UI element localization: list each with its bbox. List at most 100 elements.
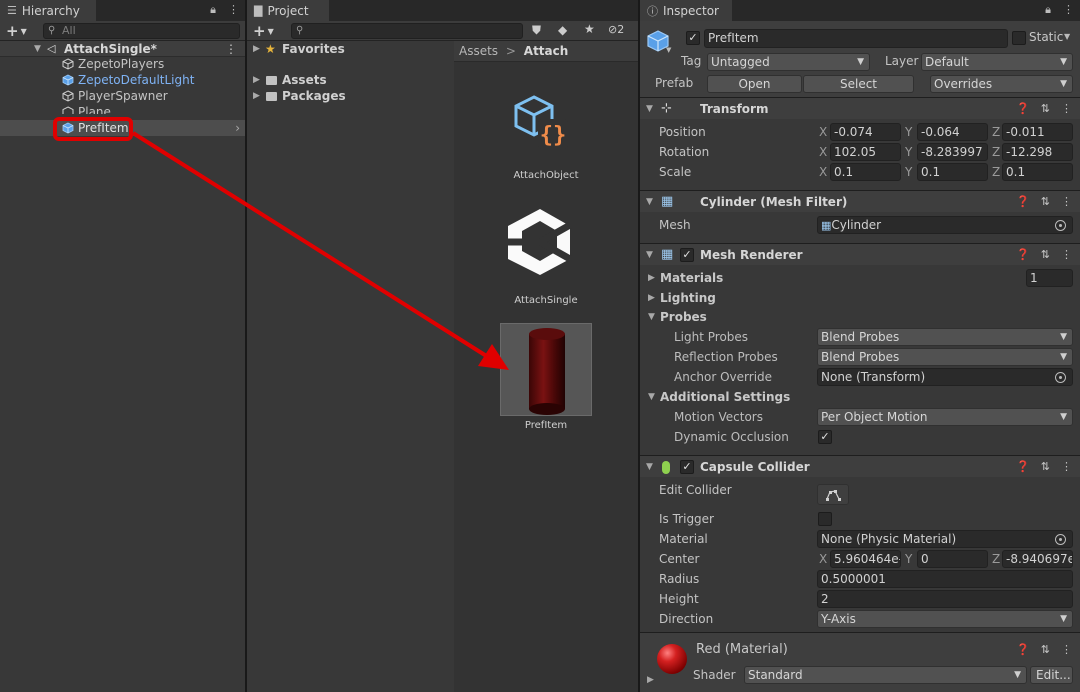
object-picker-icon[interactable] — [1055, 372, 1066, 383]
more-icon[interactable]: ⋮ — [1061, 98, 1072, 120]
breadcrumb-root[interactable]: Assets — [459, 44, 498, 58]
active-checkbox[interactable]: ✓ — [686, 31, 700, 45]
hidden-eye-icon[interactable]: ⊘2 — [608, 23, 624, 36]
chevron-right-icon[interactable]: › — [235, 120, 240, 136]
more-icon[interactable]: ⋮ — [1061, 456, 1072, 478]
tab-hierarchy[interactable]: ☰ Hierarchy — [0, 0, 96, 21]
scene-row[interactable]: ▼ ◁ AttachSingle* ⋮ — [0, 41, 245, 57]
chevron-down-icon[interactable]: ▼ — [646, 191, 653, 213]
edit-collider-button[interactable] — [817, 484, 849, 505]
rotation-x-field[interactable]: 102.05 — [830, 143, 901, 161]
favorites-row[interactable]: ▶ ★ Favorites — [247, 41, 453, 57]
object-picker-icon[interactable] — [1055, 220, 1066, 231]
tag-dropdown[interactable]: Untagged ▼ — [707, 53, 870, 71]
help-icon[interactable]: ❓ — [1016, 244, 1030, 266]
materials-row[interactable]: ▶ Materials 1 — [640, 268, 1080, 288]
probes-row[interactable]: ▼ Probes — [640, 307, 1080, 327]
mesh-renderer-header[interactable]: ▼ ▦ ✓ Mesh Renderer ❓ ⇅ ⋮ — [640, 243, 1080, 265]
static-dropdown-icon[interactable]: ▼ — [1064, 32, 1070, 41]
direction-dropdown[interactable]: Y-Axis ▼ — [817, 610, 1073, 628]
create-button[interactable]: + ▼ — [253, 22, 274, 40]
more-icon[interactable]: ⋮ — [1061, 244, 1072, 266]
shader-edit-button[interactable]: Edit... — [1030, 666, 1073, 684]
lock-icon[interactable]: 🔒︎ — [210, 3, 216, 17]
packages-row[interactable]: ▶ Packages — [247, 88, 453, 104]
reflection-probes-dropdown[interactable]: Blend Probes ▼ — [817, 348, 1073, 366]
dynamic-occlusion-checkbox[interactable]: ✓ — [818, 430, 832, 444]
chevron-right-icon[interactable]: ▶ — [253, 41, 260, 57]
chevron-right-icon[interactable]: ▶ — [648, 288, 655, 308]
preset-icon[interactable]: ⇅ — [1041, 244, 1050, 266]
hierarchy-item[interactable]: PlayerSpawner — [62, 88, 245, 104]
materials-count-field[interactable]: 1 — [1026, 269, 1073, 287]
rotation-y-field[interactable]: -8.283997 — [917, 143, 988, 161]
height-field[interactable]: 2 — [817, 590, 1073, 608]
prefab-select-button[interactable]: Select — [803, 75, 914, 93]
help-icon[interactable]: ❓ — [1016, 98, 1030, 120]
radius-field[interactable]: 0.5000001 — [817, 570, 1073, 588]
label-icon[interactable]: ◆ — [558, 23, 567, 37]
anchor-override-field[interactable]: None (Transform) — [817, 368, 1073, 386]
preset-icon[interactable]: ⇅ — [1041, 643, 1050, 656]
chevron-right-icon[interactable]: ▶ — [253, 72, 260, 88]
center-z-field[interactable]: -8.940697e — [1002, 550, 1073, 568]
light-probes-dropdown[interactable]: Blend Probes ▼ — [817, 328, 1073, 346]
preset-icon[interactable]: ⇅ — [1041, 191, 1050, 213]
tab-project[interactable]: ▇ Project — [247, 0, 329, 21]
chevron-down-icon[interactable]: ▼ — [646, 98, 653, 120]
capsule-collider-header[interactable]: ▼ ✓ Capsule Collider ❓ ⇅ ⋮ — [640, 455, 1080, 477]
project-search-input[interactable]: ⚲ — [291, 23, 523, 39]
create-button[interactable]: + ▼ — [6, 22, 27, 40]
lighting-row[interactable]: ▶ Lighting — [640, 288, 1080, 308]
shader-dropdown[interactable]: Standard ▼ — [744, 666, 1027, 684]
help-icon[interactable]: ❓ — [1016, 643, 1030, 656]
chevron-right-icon[interactable]: ▶ — [647, 675, 654, 685]
mesh-object-field[interactable]: ▦Cylinder — [817, 216, 1073, 234]
icon-dropdown-arrow-icon[interactable]: ▼ — [666, 46, 671, 54]
static-checkbox[interactable] — [1012, 31, 1026, 45]
transform-header[interactable]: ▼ ⊹ Transform ❓ ⇅ ⋮ — [640, 97, 1080, 119]
object-name-field[interactable]: PrefItem — [704, 29, 1008, 48]
preset-icon[interactable]: ⇅ — [1041, 98, 1050, 120]
chevron-down-icon[interactable]: ▼ — [34, 41, 41, 57]
object-picker-icon[interactable] — [1055, 534, 1066, 545]
scale-y-field[interactable]: 0.1 — [917, 163, 988, 181]
help-icon[interactable]: ❓ — [1016, 191, 1030, 213]
star-icon[interactable]: ★ — [584, 22, 595, 36]
hierarchy-item[interactable]: ZepetoPlayers — [62, 56, 245, 72]
more-icon[interactable]: ⋮ — [228, 3, 239, 17]
chevron-right-icon[interactable]: ▶ — [648, 268, 655, 288]
static-label[interactable]: Static — [1029, 30, 1063, 44]
enabled-checkbox[interactable]: ✓ — [680, 248, 694, 262]
help-icon[interactable]: ❓ — [1016, 456, 1030, 478]
lock-icon[interactable]: 🔒︎ — [1045, 3, 1051, 17]
position-z-field[interactable]: -0.011 — [1002, 123, 1073, 141]
overrides-dropdown[interactable]: Overrides ▼ — [930, 75, 1073, 93]
position-x-field[interactable]: -0.074 — [830, 123, 901, 141]
assets-row[interactable]: ▶ Assets — [247, 72, 453, 88]
asset-tile[interactable] — [504, 205, 576, 277]
rotation-z-field[interactable]: -12.298 — [1002, 143, 1073, 161]
is-trigger-checkbox[interactable] — [818, 512, 832, 526]
asset-tile[interactable]: {} — [508, 89, 572, 153]
scene-menu-icon[interactable]: ⋮ — [225, 41, 237, 57]
asset-tile-selected[interactable] — [500, 323, 592, 416]
enabled-checkbox[interactable]: ✓ — [680, 460, 694, 474]
additional-settings-row[interactable]: ▼ Additional Settings — [640, 387, 1080, 407]
preset-icon[interactable]: ⇅ — [1041, 456, 1050, 478]
motion-vectors-dropdown[interactable]: Per Object Motion ▼ — [817, 408, 1073, 426]
center-x-field[interactable]: 5.960464e- — [830, 550, 901, 568]
center-y-field[interactable]: 0 — [917, 550, 988, 568]
prefab-open-button[interactable]: Open — [707, 75, 802, 93]
breadcrumb-current[interactable]: Attach — [524, 44, 569, 58]
scale-x-field[interactable]: 0.1 — [830, 163, 901, 181]
layer-dropdown[interactable]: Default ▼ — [921, 53, 1073, 71]
mesh-filter-header[interactable]: ▼ ▦ Cylinder (Mesh Filter) ❓ ⇅ ⋮ — [640, 190, 1080, 212]
physic-material-field[interactable]: None (Physic Material) — [817, 530, 1073, 548]
chevron-down-icon[interactable]: ▼ — [646, 456, 653, 478]
hierarchy-search-input[interactable]: ⚲ All — [43, 23, 240, 39]
chevron-down-icon[interactable]: ▼ — [648, 307, 655, 327]
chevron-down-icon[interactable]: ▼ — [648, 387, 655, 407]
filter-type-icon[interactable]: ⛊ — [532, 23, 541, 38]
more-icon[interactable]: ⋮ — [1063, 3, 1074, 17]
